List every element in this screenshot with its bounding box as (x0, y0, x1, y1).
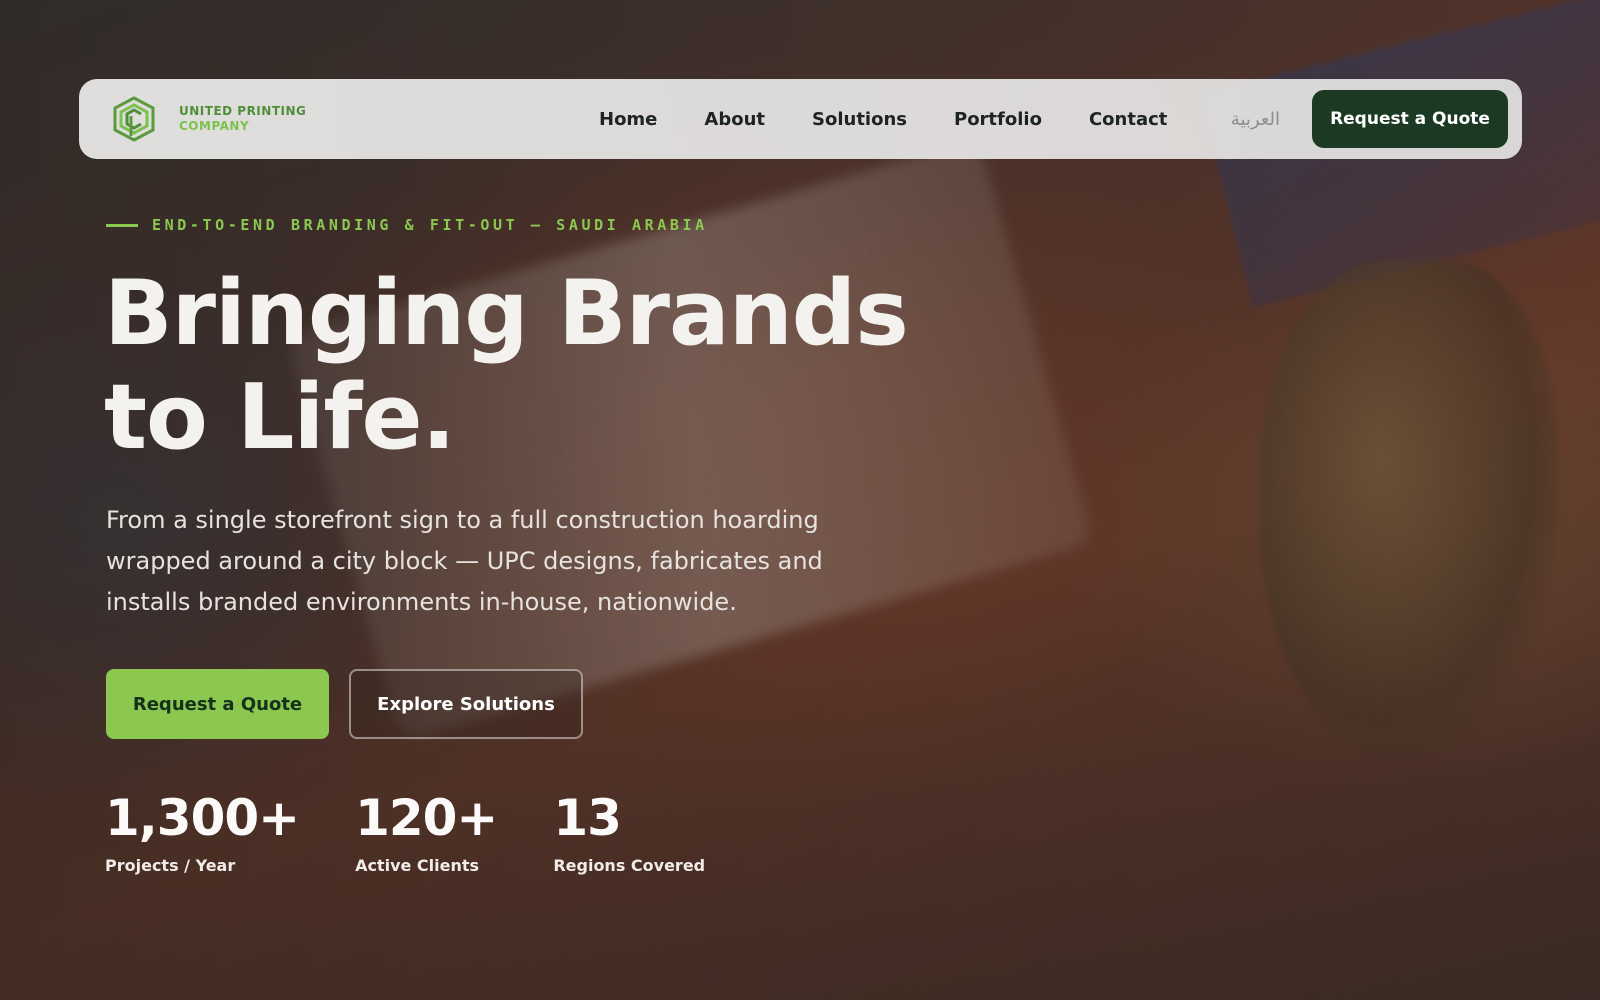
language-switch-arabic[interactable]: العربية (1231, 109, 1280, 130)
brand-name-line2: COMPANY (179, 119, 250, 133)
upc-logo-icon (113, 96, 155, 142)
hero-title: Bringing Brands to Life. (104, 261, 909, 470)
nav-link-about[interactable]: About (704, 109, 765, 130)
nav-request-quote-button[interactable]: Request a Quote (1312, 90, 1508, 148)
stats-row: 1,300+ Projects / Year 120+ Active Clien… (105, 790, 705, 875)
brand[interactable]: UNITED PRINTING COMPANY (111, 96, 531, 142)
stat-regions: 13 Regions Covered (553, 790, 705, 875)
stat-clients: 120+ Active Clients (355, 789, 498, 875)
explore-solutions-button[interactable]: Explore Solutions (349, 669, 583, 739)
nav-link-contact[interactable]: Contact (1089, 109, 1167, 130)
nav-link-home[interactable]: Home (599, 109, 657, 130)
hero-eyebrow: END-TO-END BRANDING & FIT-OUT — SAUDI AR… (106, 216, 708, 234)
nav-link-portfolio[interactable]: Portfolio (954, 109, 1042, 130)
eyebrow-accent-line (106, 223, 138, 227)
request-quote-button[interactable]: Request a Quote (106, 669, 329, 739)
hero-subtitle: From a single storefront sign to a full … (106, 506, 823, 616)
stat-label: Active Clients (355, 856, 480, 875)
top-navbar: UNITED PRINTING COMPANY Home About Solut… (79, 79, 1522, 159)
stat-value: 1,300+ (105, 789, 300, 847)
brand-name-line1: UNITED PRINTING (179, 104, 307, 118)
brand-name: UNITED PRINTING COMPANY (179, 104, 306, 134)
stat-label: Projects / Year (105, 856, 236, 875)
nav-links: Home About Solutions Portfolio Contact (599, 109, 1167, 130)
stat-value: 13 (553, 789, 622, 847)
stat-label: Regions Covered (553, 856, 706, 875)
stat-projects: 1,300+ Projects / Year (105, 789, 300, 875)
nav-link-solutions[interactable]: Solutions (812, 109, 907, 130)
hero-cta-row: Request a Quote Explore Solutions (106, 669, 583, 739)
stat-value: 120+ (355, 789, 498, 847)
eyebrow-text: END-TO-END BRANDING & FIT-OUT — SAUDI AR… (152, 216, 708, 234)
